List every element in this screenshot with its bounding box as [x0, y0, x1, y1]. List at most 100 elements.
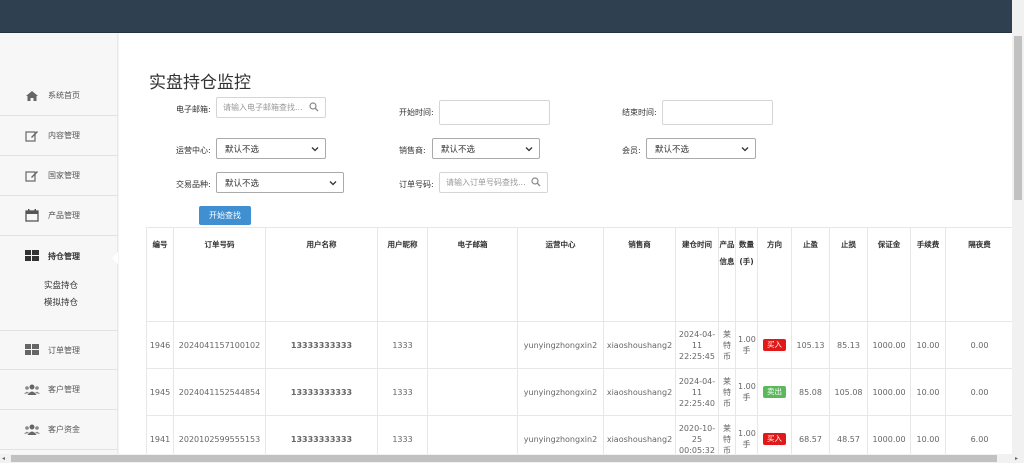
col-header-overnight: 隔夜费 — [945, 227, 1012, 322]
table-header-row: 编号 订单号码 用户名称 用户昵称 电子邮箱 运营中心 销售商 建仓时间 产品信… — [146, 227, 1012, 322]
sidebar-item-funds[interactable]: 客户资金 — [0, 410, 118, 450]
order-number-label: 订单号码: — [399, 180, 434, 189]
col-header-id: 编号 — [146, 227, 174, 322]
sidebar-subitem-sim-position[interactable]: 模拟持仓 — [44, 296, 78, 308]
scroll-right-arrow-icon[interactable]: ▸ — [1015, 455, 1018, 462]
cell-take-profit: 85.08 — [791, 368, 830, 416]
cell-id: 1946 — [146, 321, 174, 369]
chevron-down-icon — [741, 145, 749, 156]
member-value: 默认不选 — [655, 144, 690, 155]
order-number-input[interactable]: 请输入订单号码查找... — [439, 172, 548, 193]
col-header-email: 电子邮箱 — [427, 227, 518, 322]
direction-badge: 买入 — [763, 433, 786, 445]
cell-qty: 1.00 手 — [735, 415, 758, 454]
cell-fee: 10.00 — [910, 321, 946, 369]
grid-icon — [24, 249, 40, 263]
sidebar-item-label: 国家管理 — [48, 171, 80, 180]
sidebar-item-label: 产品管理 — [48, 211, 80, 220]
cell-user-link[interactable]: 13333333333 — [265, 415, 378, 454]
cell-time: 2020-10-25 00:05:32 — [675, 415, 719, 454]
cell-sales: xiaoshoushang2 — [603, 415, 676, 454]
col-header-stop-loss: 止损 — [829, 227, 868, 322]
cell-margin: 1000.00 — [867, 415, 911, 454]
cell-ops: yunyingzhongxin2 — [517, 415, 604, 454]
cell-overnight: 0.00 — [945, 368, 1012, 416]
member-select[interactable]: 默认不选 — [646, 138, 756, 159]
cell-user-link[interactable]: 13333333333 — [265, 368, 378, 416]
cell-fee: 10.00 — [910, 368, 946, 416]
ops-center-select[interactable]: 默认不选 — [216, 138, 326, 159]
chevron-down-icon — [329, 179, 337, 190]
edit-icon — [24, 129, 40, 143]
cell-qty: 1.00 手 — [735, 368, 758, 416]
member-label: 会员: — [622, 146, 641, 155]
table-row: 1946 2024041157100102 13333333333 1333 y… — [146, 321, 1012, 369]
sidebar-item-customers[interactable]: 客户管理 — [0, 370, 118, 410]
col-header-margin: 保证金 — [867, 227, 911, 322]
sidebar-item-content[interactable]: 内容管理 — [0, 116, 118, 156]
sidebar-item-position[interactable]: 持仓管理 — [0, 236, 118, 276]
cell-ops: yunyingzhongxin2 — [517, 321, 604, 369]
sidebar: 系统首页 内容管理 国家管理 产品管理 持仓管理 实盘持仓 模拟持仓 订单管理 — [0, 33, 118, 454]
cell-id: 1945 — [146, 368, 174, 416]
edit-icon — [24, 169, 40, 183]
start-time-input[interactable] — [439, 100, 550, 125]
direction-badge: 卖出 — [763, 386, 786, 398]
cell-product: 莱特币 — [718, 321, 736, 369]
home-icon — [24, 89, 40, 103]
cell-margin: 1000.00 — [867, 368, 911, 416]
cell-stop-loss: 85.13 — [829, 321, 868, 369]
sidebar-item-orders[interactable]: 订单管理 — [0, 330, 118, 370]
cell-user-link[interactable]: 13333333333 — [265, 321, 378, 369]
users-icon — [24, 423, 40, 437]
cell-direction: 买入 — [757, 321, 792, 369]
vertical-scrollbar-thumb[interactable] — [1014, 36, 1022, 200]
ops-center-value: 默认不选 — [225, 144, 260, 155]
cell-email — [427, 321, 518, 369]
end-time-label: 结束时间: — [622, 108, 657, 117]
cell-take-profit: 105.13 — [791, 321, 830, 369]
col-header-nick: 用户昵称 — [377, 227, 428, 322]
search-icon — [531, 177, 541, 189]
vertical-scrollbar[interactable] — [1012, 0, 1024, 454]
order-placeholder: 请输入订单号码查找... — [446, 178, 526, 187]
sidebar-item-product[interactable]: 产品管理 — [0, 196, 118, 236]
scroll-left-arrow-icon[interactable]: ◂ — [2, 455, 5, 462]
search-icon — [309, 102, 319, 114]
cell-order: 2024041152544854 — [173, 368, 266, 416]
cell-order: 2020102599555153 — [173, 415, 266, 454]
cell-nick: 1333 — [377, 415, 428, 454]
product-label: 交易品种: — [176, 180, 211, 189]
main-content: 实盘持仓监控 电子邮箱: 请输入电子邮箱查找... 开始时间: 结束时间: 运营… — [119, 33, 1012, 454]
cell-margin: 1000.00 — [867, 321, 911, 369]
email-search-input[interactable]: 请输入电子邮箱查找... — [216, 97, 326, 118]
sidebar-item-country[interactable]: 国家管理 — [0, 156, 118, 196]
col-header-sales: 销售商 — [603, 227, 676, 322]
product-value: 默认不选 — [225, 178, 260, 189]
cell-overnight: 6.00 — [945, 415, 1012, 454]
ops-center-label: 运营中心: — [176, 146, 211, 155]
product-select[interactable]: 默认不选 — [216, 172, 344, 193]
chevron-down-icon — [525, 145, 533, 156]
sidebar-item-label: 系统首页 — [48, 91, 80, 100]
cell-product: 莱特币 — [718, 415, 736, 454]
horizontal-scrollbar[interactable]: ◂ ▸ — [0, 454, 1024, 463]
horizontal-scrollbar-thumb[interactable] — [11, 455, 997, 462]
cell-fee: 10.00 — [910, 415, 946, 454]
start-time-label: 开始时间: — [399, 108, 434, 117]
sales-label: 销售商: — [399, 146, 426, 155]
cell-nick: 1333 — [377, 321, 428, 369]
search-button[interactable]: 开始查找 — [199, 206, 251, 225]
cell-sales: xiaoshoushang2 — [603, 368, 676, 416]
sidebar-item-label: 客户管理 — [48, 385, 80, 394]
sidebar-item-home[interactable]: 系统首页 — [0, 76, 118, 116]
col-header-order: 订单号码 — [173, 227, 266, 322]
sidebar-subitem-live-position[interactable]: 实盘持仓 — [44, 279, 78, 291]
email-label: 电子邮箱: — [176, 105, 211, 114]
sales-select[interactable]: 默认不选 — [432, 138, 540, 159]
cell-stop-loss: 105.08 — [829, 368, 868, 416]
positions-table: 编号 订单号码 用户名称 用户昵称 电子邮箱 运营中心 销售商 建仓时间 产品信… — [146, 227, 1012, 454]
cell-take-profit: 68.57 — [791, 415, 830, 454]
end-time-input[interactable] — [662, 100, 773, 125]
col-header-product: 产品信息 — [718, 227, 736, 322]
